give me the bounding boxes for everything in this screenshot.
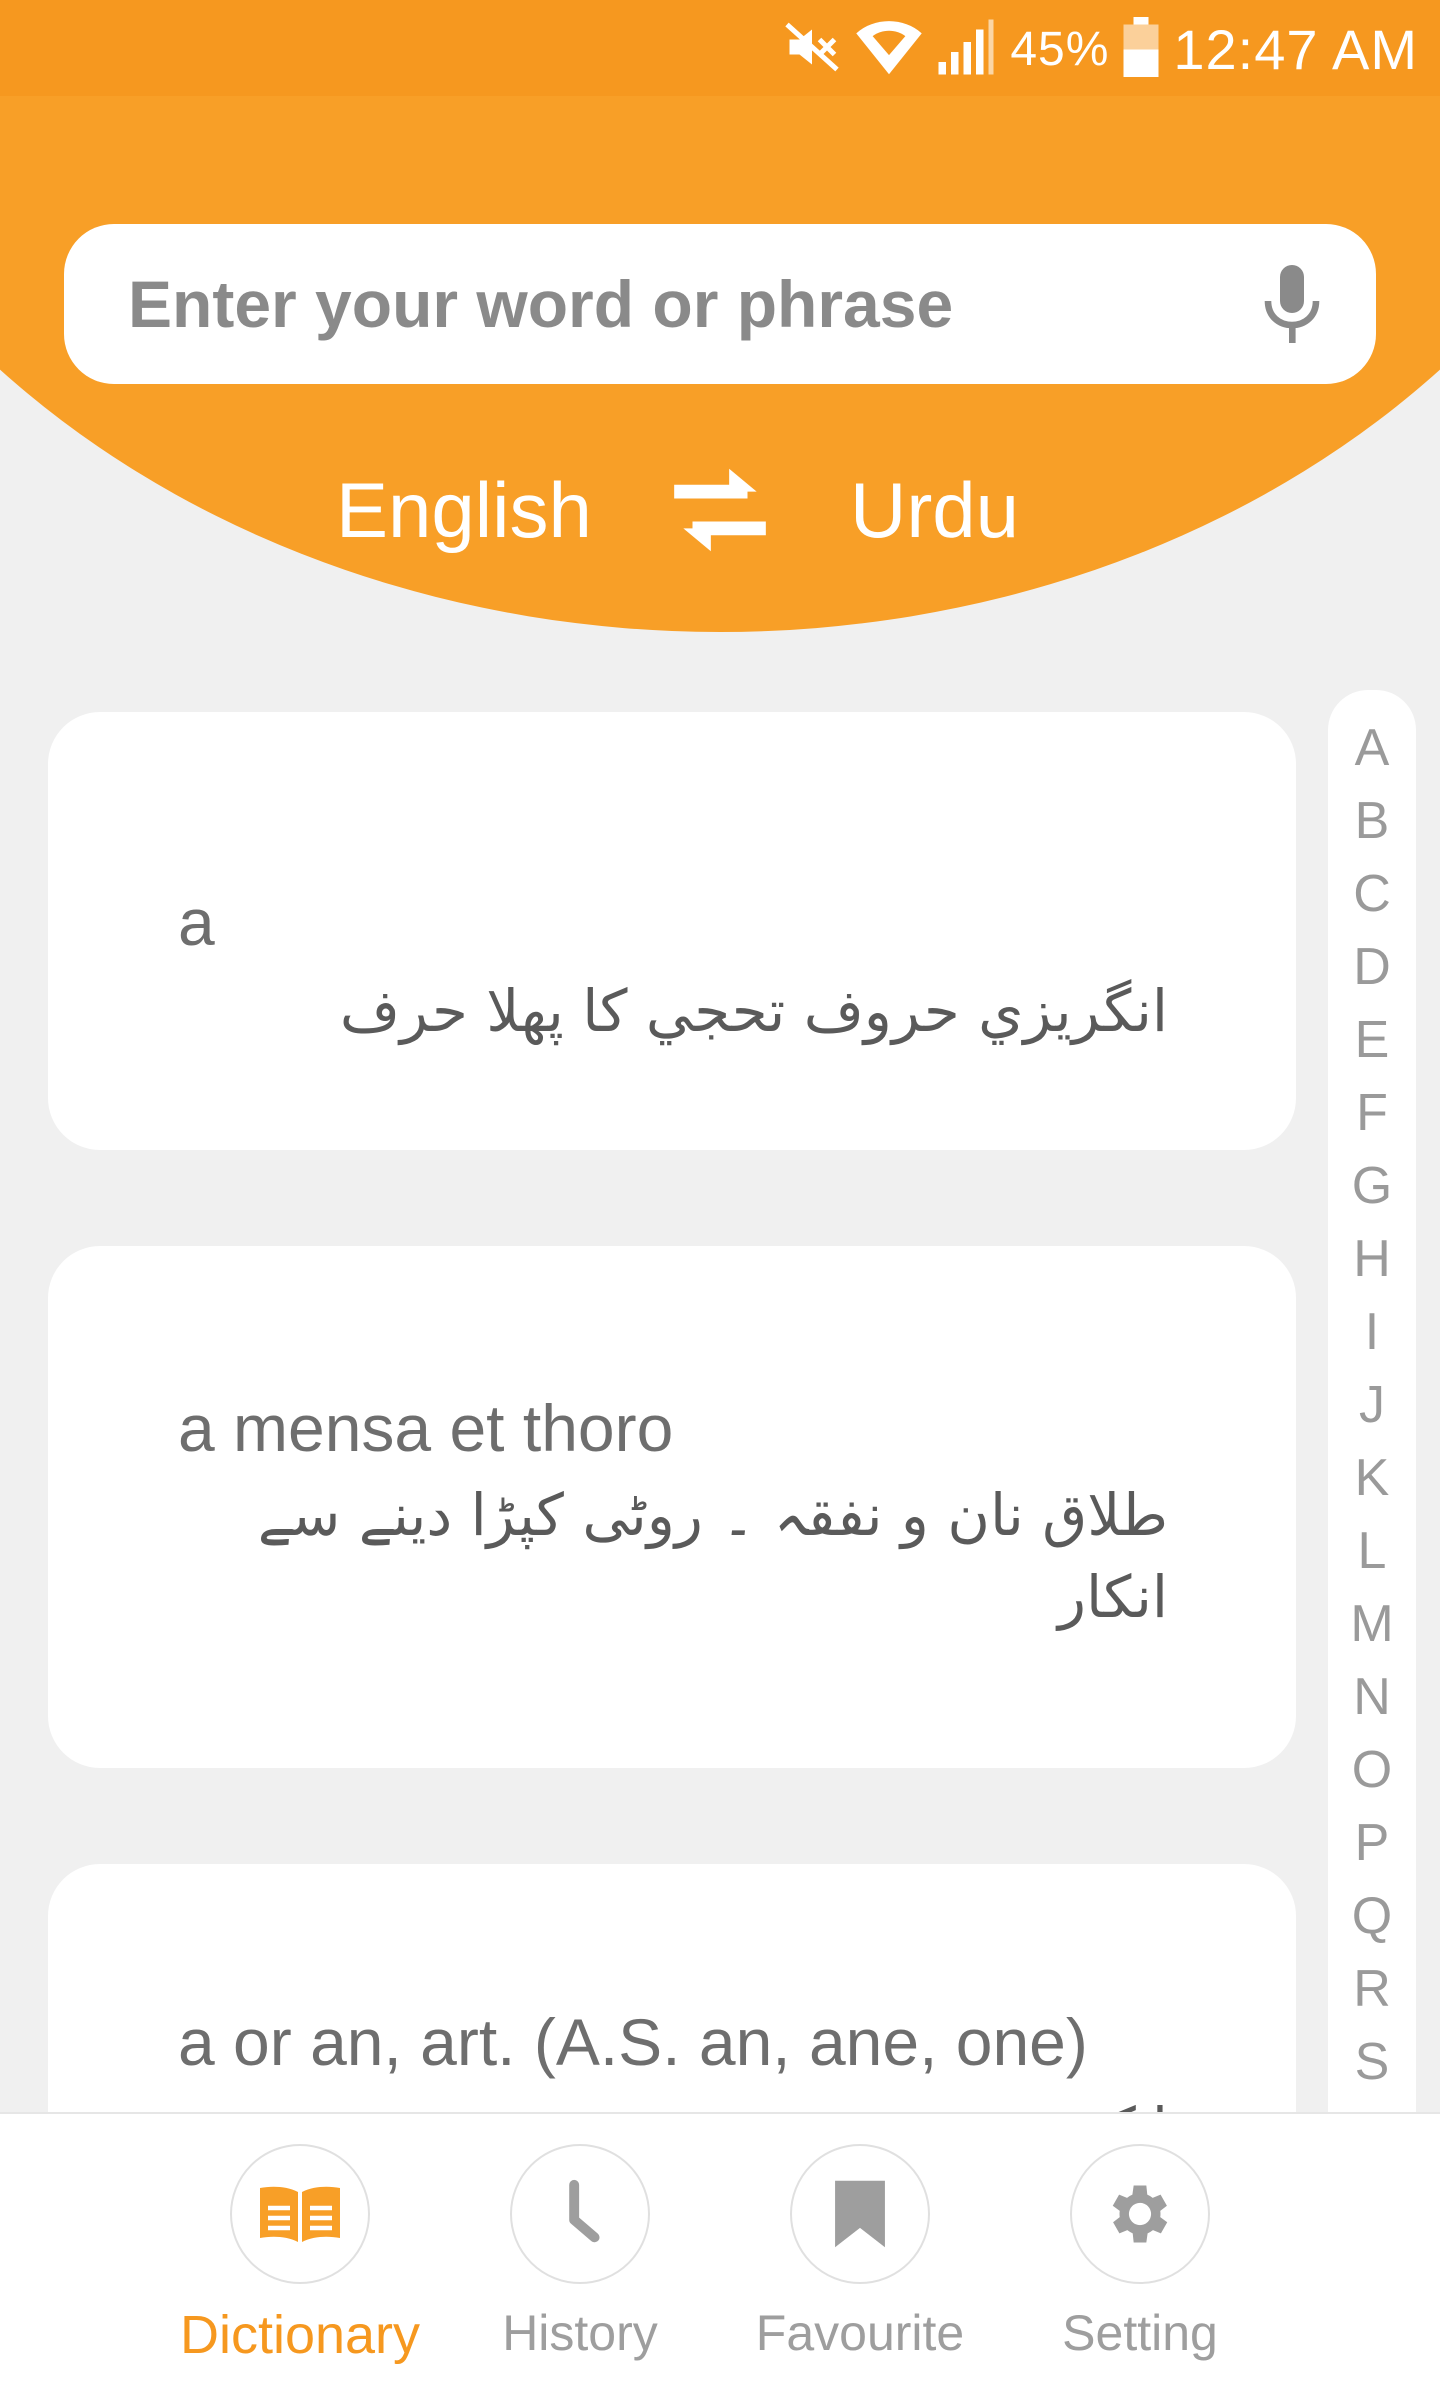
alphabet-letter[interactable]: P bbox=[1328, 1813, 1416, 1873]
open-book-icon[interactable] bbox=[230, 2144, 370, 2284]
word-term: a or an, art. (A.S. an, ane, one) bbox=[178, 2005, 1088, 2079]
alphabet-letter[interactable]: A bbox=[1328, 718, 1416, 778]
search-input[interactable] bbox=[128, 244, 1228, 364]
alphabet-letter[interactable]: Q bbox=[1328, 1886, 1416, 1946]
alphabet-letter[interactable]: E bbox=[1328, 1010, 1416, 1070]
status-bar: 45% 12:47 AM bbox=[0, 0, 1440, 96]
clock-icon[interactable] bbox=[510, 2144, 650, 2284]
word-card[interactable]: a or an, art. (A.S. an, ane, one) ایک bbox=[48, 1864, 1296, 2114]
alphabet-letter[interactable]: G bbox=[1328, 1156, 1416, 1216]
language-selector: English Urdu bbox=[0, 450, 1440, 570]
bottom-navigation: Dictionary History Favourite Setting bbox=[0, 2112, 1440, 2392]
status-icons: 45% 12:47 AM bbox=[782, 14, 1418, 84]
microphone-icon[interactable] bbox=[1246, 258, 1338, 350]
alphabet-letter[interactable]: B bbox=[1328, 791, 1416, 851]
alphabet-letter[interactable]: O bbox=[1328, 1740, 1416, 1800]
gear-icon[interactable] bbox=[1070, 2144, 1210, 2284]
word-term: a bbox=[178, 885, 215, 959]
alphabet-letter[interactable]: N bbox=[1328, 1667, 1416, 1727]
alphabet-letter[interactable]: K bbox=[1328, 1448, 1416, 1508]
alphabet-letter[interactable]: L bbox=[1328, 1521, 1416, 1581]
alphabet-letter[interactable]: F bbox=[1328, 1083, 1416, 1143]
bookmark-icon[interactable] bbox=[790, 2144, 930, 2284]
nav-history[interactable]: History bbox=[440, 2114, 720, 2392]
word-meaning: انگریزي حروف تحجي کا پھلا حرف bbox=[339, 977, 1168, 1045]
alphabet-letter[interactable]: D bbox=[1328, 937, 1416, 997]
nav-label: Dictionary bbox=[179, 2305, 421, 2365]
word-term: a mensa et thoro bbox=[178, 1391, 674, 1465]
search-bar bbox=[64, 224, 1376, 384]
word-card[interactable]: a انگریزي حروف تحجي کا پھلا حرف bbox=[48, 712, 1296, 1150]
nav-setting[interactable]: Setting bbox=[1000, 2114, 1280, 2392]
word-card[interactable]: a mensa et thoro طلاق نان و نفقہ ۔ روٹی … bbox=[48, 1246, 1296, 1768]
word-meaning: ایک bbox=[208, 2088, 1168, 2114]
mute-icon bbox=[782, 17, 842, 82]
alphabet-letter[interactable]: J bbox=[1328, 1375, 1416, 1435]
swap-arrows-icon[interactable] bbox=[660, 450, 780, 570]
clock-time: 12:47 AM bbox=[1173, 17, 1418, 81]
alphabet-index[interactable]: A B C D E F G H I J K L M N O P Q R S T bbox=[1328, 690, 1416, 2140]
nav-dictionary[interactable]: Dictionary bbox=[160, 2114, 440, 2392]
alphabet-letter[interactable]: C bbox=[1328, 864, 1416, 924]
target-language[interactable]: Urdu bbox=[850, 450, 1019, 570]
alphabet-letter[interactable]: M bbox=[1328, 1594, 1416, 1654]
nav-favourite[interactable]: Favourite bbox=[720, 2114, 1000, 2392]
nav-label: Favourite bbox=[755, 2305, 965, 2361]
signal-icon bbox=[936, 17, 996, 82]
alphabet-letter[interactable]: H bbox=[1328, 1229, 1416, 1289]
alphabet-letter[interactable]: S bbox=[1328, 2032, 1416, 2092]
nav-label: History bbox=[502, 2305, 658, 2361]
battery-percent: 45% bbox=[1010, 22, 1110, 76]
alphabet-letter[interactable]: R bbox=[1328, 1959, 1416, 2019]
word-list[interactable]: a انگریزي حروف تحجي کا پھلا حرف a mensa … bbox=[0, 664, 1440, 2114]
word-meaning: طلاق نان و نفقہ ۔ روٹی کپڑا دینے سے انکا… bbox=[257, 1481, 1168, 1631]
source-language[interactable]: English bbox=[336, 450, 592, 570]
wifi-icon bbox=[856, 17, 923, 82]
nav-label: Setting bbox=[1062, 2305, 1218, 2361]
battery-icon bbox=[1123, 16, 1159, 82]
header: 45% 12:47 AM English bbox=[0, 0, 1440, 664]
alphabet-letter[interactable]: I bbox=[1328, 1302, 1416, 1362]
